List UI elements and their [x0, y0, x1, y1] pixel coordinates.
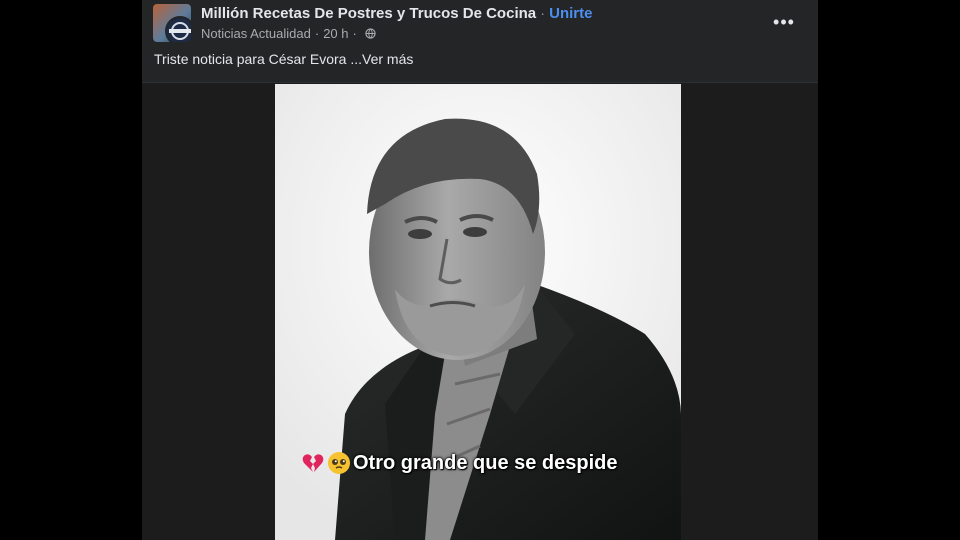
group-avatar[interactable] — [153, 4, 191, 42]
feed-post: Millión Recetas De Postres y Trucos De C… — [142, 0, 818, 540]
post-photo[interactable]: Otro grande que se despide — [275, 84, 681, 540]
join-button[interactable]: Unirte — [549, 5, 592, 22]
post-meta: Noticias Actualidad · 20 h · — [201, 26, 376, 41]
author-name[interactable]: Noticias Actualidad — [201, 26, 311, 41]
pleading-face-icon — [328, 452, 350, 474]
more-options-button[interactable]: ••• — [772, 10, 796, 34]
see-more-link[interactable]: ...Ver más — [350, 51, 413, 67]
author-badge-icon — [165, 16, 191, 42]
post-header: Millión Recetas De Postres y Trucos De C… — [142, 0, 818, 83]
group-title: Millión Recetas De Postres y Trucos De C… — [201, 5, 592, 22]
screen-frame: Millión Recetas De Postres y Trucos De C… — [0, 0, 960, 540]
photo-caption: Otro grande que se despide — [301, 451, 618, 475]
meta-separator: · — [314, 26, 320, 41]
post-timestamp[interactable]: 20 h — [323, 26, 348, 41]
globe-icon — [365, 28, 376, 39]
post-text: Triste noticia para César Evora ...Ver m… — [154, 51, 413, 67]
title-separator: · — [540, 5, 546, 22]
meta-separator-2: · — [352, 26, 357, 41]
group-name-link[interactable]: Millión Recetas De Postres y Trucos De C… — [201, 5, 536, 22]
post-body: Triste noticia para César Evora — [154, 51, 351, 67]
caption-text: Otro grande que se despide — [353, 451, 618, 474]
broken-heart-icon — [302, 454, 324, 472]
